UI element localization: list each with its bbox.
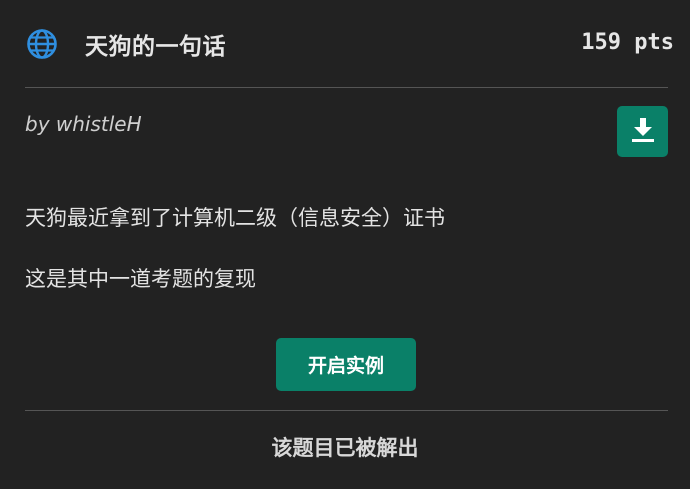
start-instance-button[interactable]: 开启实例 (276, 338, 416, 391)
solved-status: 该题目已被解出 (271, 436, 419, 460)
description-line: 这是其中一道考题的复现 (25, 267, 256, 291)
header-divider (25, 87, 668, 88)
download-icon (631, 117, 655, 147)
challenge-header: 天狗的一句话 159 pts (0, 0, 690, 88)
download-button[interactable] (617, 106, 668, 157)
challenge-card: 天狗的一句话 159 pts by whistleH 天狗最近拿到了计算机二级（… (0, 0, 690, 489)
globe-icon (26, 28, 58, 60)
challenge-points: 159 pts (581, 30, 674, 55)
footer-divider (25, 410, 668, 411)
challenge-title: 天狗的一句话 (85, 34, 226, 60)
challenge-author: by whistleH (25, 112, 142, 136)
description-line: 天狗最近拿到了计算机二级（信息安全）证书 (25, 206, 445, 230)
